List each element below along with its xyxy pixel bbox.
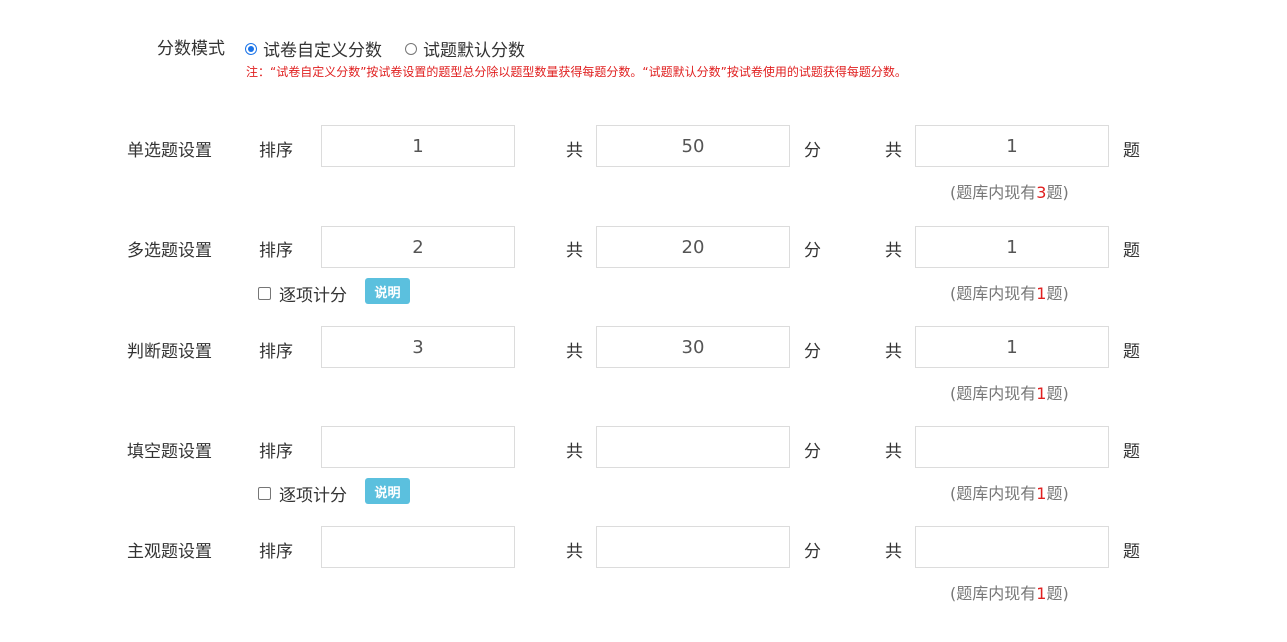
available-count: (题库内现有1题) — [950, 484, 1069, 503]
per-item-scoring-label: 逐项计分 — [279, 486, 347, 506]
available-count: (题库内现有3题) — [950, 183, 1069, 202]
explain-button[interactable]: 说明 — [365, 478, 410, 504]
sort-label: 排序 — [259, 442, 293, 462]
total-count-label: 共 — [885, 141, 902, 161]
count-unit: 题 — [1123, 542, 1140, 562]
sort-input[interactable] — [321, 326, 515, 368]
available-number: 1 — [1036, 384, 1047, 403]
count-input[interactable] — [915, 226, 1109, 268]
per-item-scoring-label: 逐项计分 — [279, 286, 347, 306]
count-input[interactable] — [915, 526, 1109, 568]
radio-default-score-indicator[interactable] — [405, 42, 417, 55]
row-title: 多选题设置 — [127, 241, 212, 261]
radio-default-score[interactable]: 试题默认分数 — [405, 36, 525, 61]
explain-button[interactable]: 说明 — [365, 278, 410, 304]
score-unit: 分 — [804, 342, 821, 362]
score-input[interactable] — [596, 125, 790, 167]
per-item-scoring-checkbox[interactable]: 逐项计分 — [258, 281, 347, 306]
total-score-label: 共 — [566, 241, 583, 261]
sort-input[interactable] — [321, 125, 515, 167]
score-input[interactable] — [596, 526, 790, 568]
score-unit: 分 — [804, 241, 821, 261]
row-title: 主观题设置 — [127, 542, 212, 562]
total-score-label: 共 — [566, 542, 583, 562]
count-input[interactable] — [915, 125, 1109, 167]
sort-label: 排序 — [259, 141, 293, 161]
score-mode-label: 分数模式 — [157, 39, 225, 59]
sort-input[interactable] — [321, 426, 515, 468]
available-number: 1 — [1036, 284, 1047, 303]
radio-custom-score-indicator[interactable] — [245, 42, 257, 55]
available-number: 1 — [1036, 484, 1047, 503]
count-unit: 题 — [1123, 241, 1140, 261]
sort-input[interactable] — [321, 226, 515, 268]
sort-input[interactable] — [321, 526, 515, 568]
radio-default-score-label: 试题默认分数 — [423, 41, 525, 61]
total-count-label: 共 — [885, 342, 902, 362]
radio-custom-score-label: 试卷自定义分数 — [263, 41, 382, 61]
score-input[interactable] — [596, 326, 790, 368]
sort-label: 排序 — [259, 542, 293, 562]
available-count: (题库内现有1题) — [950, 284, 1069, 303]
count-unit: 题 — [1123, 442, 1140, 462]
count-input[interactable] — [915, 426, 1109, 468]
count-unit: 题 — [1123, 342, 1140, 362]
total-count-label: 共 — [885, 241, 902, 261]
row-title: 单选题设置 — [127, 141, 212, 161]
checkbox-box[interactable] — [258, 287, 271, 300]
checkbox-box[interactable] — [258, 487, 271, 500]
sort-label: 排序 — [259, 241, 293, 261]
count-input[interactable] — [915, 326, 1109, 368]
score-input[interactable] — [596, 226, 790, 268]
radio-custom-score[interactable]: 试卷自定义分数 — [245, 36, 382, 61]
available-number: 3 — [1036, 183, 1047, 202]
score-unit: 分 — [804, 442, 821, 462]
row-title: 填空题设置 — [127, 442, 212, 462]
count-unit: 题 — [1123, 141, 1140, 161]
score-input[interactable] — [596, 426, 790, 468]
score-unit: 分 — [804, 141, 821, 161]
available-number: 1 — [1036, 584, 1047, 603]
per-item-scoring-checkbox[interactable]: 逐项计分 — [258, 481, 347, 506]
total-count-label: 共 — [885, 442, 902, 462]
total-score-label: 共 — [566, 342, 583, 362]
score-mode-note: 注：“试卷自定义分数”按试卷设置的题型总分除以题型数量获得每题分数。“试题默认分… — [246, 65, 907, 79]
available-count: (题库内现有1题) — [950, 384, 1069, 403]
sort-label: 排序 — [259, 342, 293, 362]
total-count-label: 共 — [885, 542, 902, 562]
total-score-label: 共 — [566, 141, 583, 161]
total-score-label: 共 — [566, 442, 583, 462]
score-unit: 分 — [804, 542, 821, 562]
available-count: (题库内现有1题) — [950, 584, 1069, 603]
row-title: 判断题设置 — [127, 342, 212, 362]
